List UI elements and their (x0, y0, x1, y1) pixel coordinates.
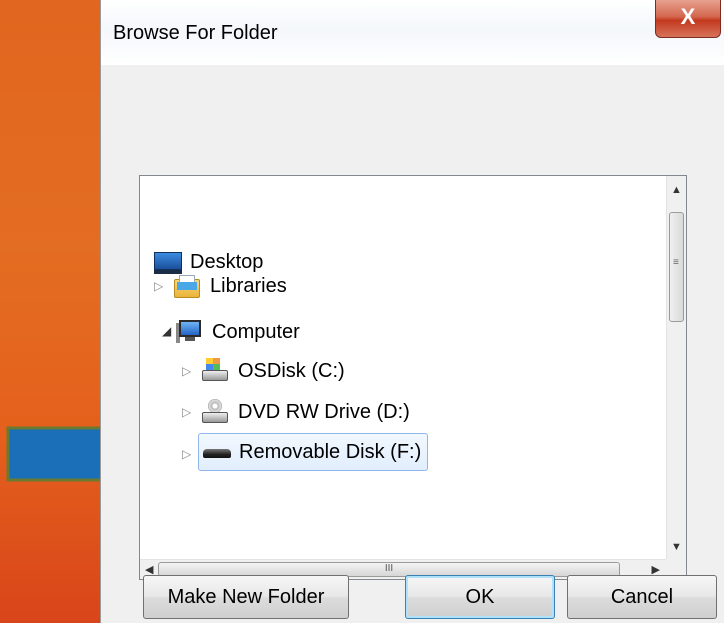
expand-arrow-icon[interactable]: ▷ (182, 405, 191, 419)
close-button[interactable]: X (655, 0, 721, 38)
hard-disk-icon (202, 358, 230, 384)
tree-item-label: Computer (212, 320, 300, 343)
expand-arrow-icon[interactable]: ▷ (182, 364, 191, 378)
dialog-client-area: Desktop ▷ Libraries ◢ Computer ▷ OSDisk … (101, 65, 724, 623)
tree-item-dvd-drive[interactable]: DVD RW Drive (D:) (202, 393, 410, 431)
tree-item-osdisk[interactable]: OSDisk (C:) (202, 352, 345, 390)
cancel-button[interactable]: Cancel (567, 575, 717, 619)
scroll-down-arrow-icon[interactable]: ▼ (671, 541, 682, 553)
tree-item-libraries[interactable]: Libraries (174, 267, 287, 305)
expand-arrow-icon[interactable]: ▷ (154, 279, 163, 293)
vertical-scroll-thumb[interactable]: ≡ (669, 212, 684, 322)
vertical-scrollbar[interactable]: ▲ ≡ ▼ (666, 176, 686, 559)
browse-for-folder-dialog: Browse For Folder X Desktop ▷ Libraries … (100, 0, 724, 623)
folder-tree-view[interactable]: Desktop ▷ Libraries ◢ Computer ▷ OSDisk … (139, 175, 687, 580)
expand-arrow-icon[interactable]: ▷ (182, 447, 191, 461)
scroll-up-arrow-icon[interactable]: ▲ (671, 184, 682, 196)
dvd-drive-icon (202, 399, 230, 425)
tree-item-computer[interactable]: Computer (176, 313, 300, 351)
ok-button[interactable]: OK (405, 575, 555, 619)
computer-icon (176, 319, 204, 345)
tree-item-label: Removable Disk (F:) (239, 440, 422, 463)
grip-icon: ≡ (673, 257, 679, 268)
tree-item-label: OSDisk (C:) (238, 359, 345, 382)
collapse-arrow-icon[interactable]: ◢ (162, 324, 171, 338)
grip-icon: III (384, 563, 394, 574)
make-new-folder-button[interactable]: Make New Folder (143, 575, 349, 619)
window-title: Browse For Folder (113, 22, 278, 44)
tree-item-label: DVD RW Drive (D:) (238, 400, 410, 423)
removable-disk-icon (203, 439, 231, 465)
libraries-icon (174, 273, 202, 299)
tree-item-removable-disk[interactable]: Removable Disk (F:) (198, 433, 429, 471)
title-bar[interactable]: Browse For Folder X (101, 0, 724, 65)
tree-item-label: Libraries (210, 274, 287, 297)
